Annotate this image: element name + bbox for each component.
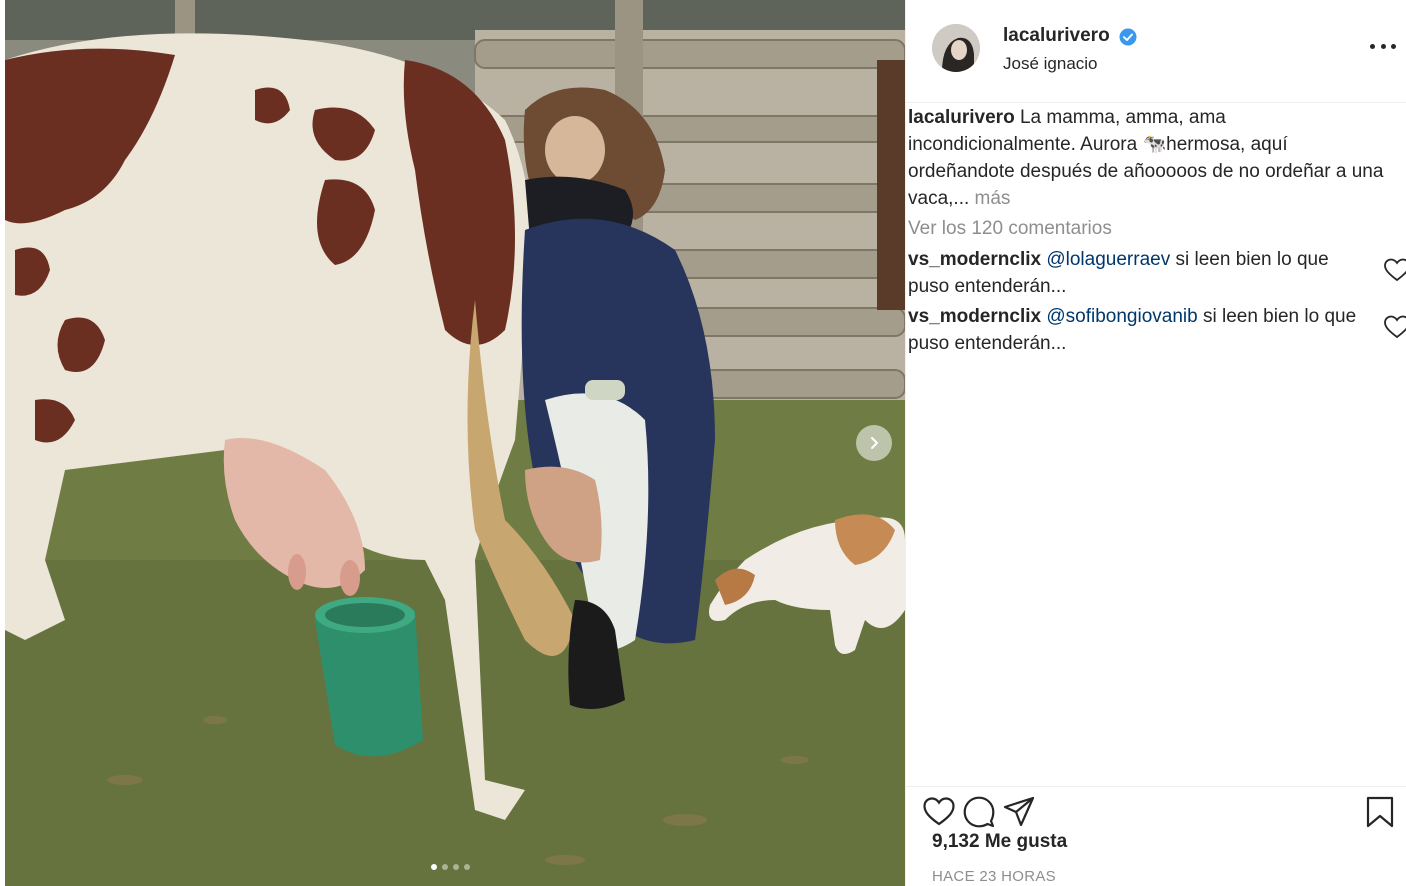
avatar-image (932, 24, 980, 72)
post-details-panel: lacalurivero José ignacio lacalurivero L… (905, 0, 1406, 886)
post-username[interactable]: lacalurivero (1003, 25, 1110, 47)
post-header: lacalurivero José ignacio (906, 0, 1406, 103)
comment-mention[interactable]: @lolaguerraev (1046, 249, 1170, 270)
comment-like-heart-icon[interactable] (1383, 257, 1406, 283)
comment-item: vs_modernclix @lolaguerraev si leen bien… (908, 246, 1406, 300)
carousel-indicator (431, 864, 470, 870)
chevron-right-icon (871, 437, 878, 449)
more-icon (1370, 43, 1375, 49)
carousel-dot (453, 864, 459, 870)
comment-username[interactable]: vs_modernclix (908, 249, 1041, 270)
photo-illustration (5, 0, 905, 886)
post-location[interactable]: José ignacio (1003, 54, 1098, 74)
share-icon[interactable] (1002, 795, 1036, 829)
caption: lacalurivero La mamma, amma, ama incondi… (908, 104, 1398, 212)
caption-more-link[interactable]: más (975, 188, 1011, 209)
avatar[interactable] (932, 24, 980, 72)
comment-icon[interactable] (962, 795, 996, 829)
carousel-dot (464, 864, 470, 870)
more-icon (1391, 43, 1396, 49)
post-actions-bar: 9,132 Me gusta HACE 23 HORAS (906, 786, 1406, 886)
verified-icon (1119, 28, 1137, 46)
comment-like-heart-icon[interactable] (1383, 314, 1406, 340)
carousel-dot (431, 864, 437, 870)
more-options-button[interactable] (1370, 36, 1396, 56)
carousel-next-button[interactable] (856, 425, 892, 461)
likes-count[interactable]: 9,132 Me gusta (932, 831, 1067, 853)
post-timestamp[interactable]: HACE 23 HORAS (932, 868, 1056, 885)
instagram-post-window: lacalurivero José ignacio lacalurivero L… (0, 0, 1406, 886)
caption-username[interactable]: lacalurivero (908, 107, 1015, 128)
post-photo[interactable] (5, 0, 905, 886)
comment-item: vs_modernclix @sofibongiovanib si leen b… (908, 303, 1406, 357)
view-all-comments-link[interactable]: Ver los 120 comentarios (908, 215, 1398, 242)
comment-mention[interactable]: @sofibongiovanib (1046, 306, 1197, 327)
heart-icon[interactable] (922, 795, 956, 829)
comments-section: lacalurivero La mamma, amma, ama incondi… (908, 104, 1406, 360)
more-icon (1380, 43, 1386, 49)
bookmark-icon[interactable] (1363, 795, 1397, 829)
carousel-dot (442, 864, 448, 870)
comment-username[interactable]: vs_modernclix (908, 306, 1041, 327)
